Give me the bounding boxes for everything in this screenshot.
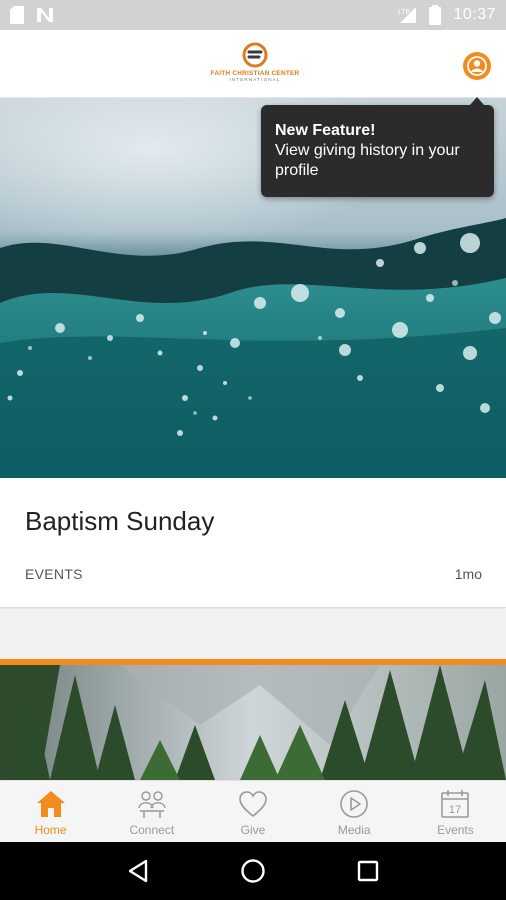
logo-name: FAITH CHRISTIAN CENTER — [210, 70, 300, 77]
svg-text:17: 17 — [449, 804, 461, 816]
status-time: 10:37 — [453, 6, 496, 23]
home-system-button[interactable] — [233, 851, 273, 891]
feed-card[interactable]: Baptism Sunday EVENTS 1mo — [0, 478, 506, 608]
nav-label-home: Home — [34, 823, 67, 837]
new-feature-tooltip[interactable]: New Feature! View giving history in your… — [261, 97, 494, 197]
battery-icon — [429, 5, 442, 25]
recents-button[interactable] — [348, 851, 388, 891]
logo-subtitle: INTERNATIONAL — [229, 77, 281, 82]
card-age: 1mo — [454, 566, 482, 582]
status-right: LTE 10:37 — [397, 5, 496, 25]
nav-home[interactable]: Home — [0, 781, 101, 842]
nav-label-media: Media — [337, 823, 371, 837]
home-icon — [35, 788, 67, 820]
calendar-icon: 17 — [439, 788, 471, 820]
status-left — [10, 6, 54, 24]
user-icon — [467, 56, 487, 76]
church-logo[interactable]: FAITH CHRISTIAN CENTER INTERNATIONAL — [210, 42, 300, 90]
heart-icon — [237, 788, 269, 820]
signal-icon: LTE — [397, 6, 417, 24]
bottom-nav: Home Connect Give Media 17 Events — [0, 780, 506, 842]
tooltip-title: New Feature! — [275, 122, 376, 139]
logo-mark-icon — [242, 42, 268, 68]
card-title: Baptism Sunday — [25, 506, 215, 536]
feed-image-forest[interactable] — [0, 665, 506, 780]
nav-label-connect: Connect — [129, 823, 175, 837]
nav-media[interactable]: Media — [304, 781, 405, 842]
system-nav-bar — [0, 842, 506, 900]
nav-label-events: Events — [437, 823, 474, 837]
status-bar: LTE 10:37 — [0, 0, 506, 30]
nav-label-give: Give — [240, 823, 266, 837]
svg-text:LTE: LTE — [398, 9, 411, 16]
tooltip-body: View giving history in your profile — [275, 142, 460, 179]
home-circle-icon — [241, 859, 265, 883]
feed-gap — [0, 609, 506, 659]
profile-button[interactable] — [463, 52, 491, 80]
nav-events[interactable]: 17 Events — [405, 781, 506, 842]
card-category: EVENTS — [25, 566, 83, 582]
recents-square-icon — [358, 860, 379, 882]
back-button[interactable] — [118, 851, 158, 891]
nav-give[interactable]: Give — [202, 781, 303, 842]
people-icon — [136, 788, 168, 820]
play-icon — [338, 788, 370, 820]
n-notification-icon — [36, 7, 54, 23]
back-triangle-icon — [128, 859, 147, 883]
app-header: FAITH CHRISTIAN CENTER INTERNATIONAL — [0, 30, 506, 98]
sd-card-icon — [10, 6, 24, 24]
nav-connect[interactable]: Connect — [101, 781, 202, 842]
